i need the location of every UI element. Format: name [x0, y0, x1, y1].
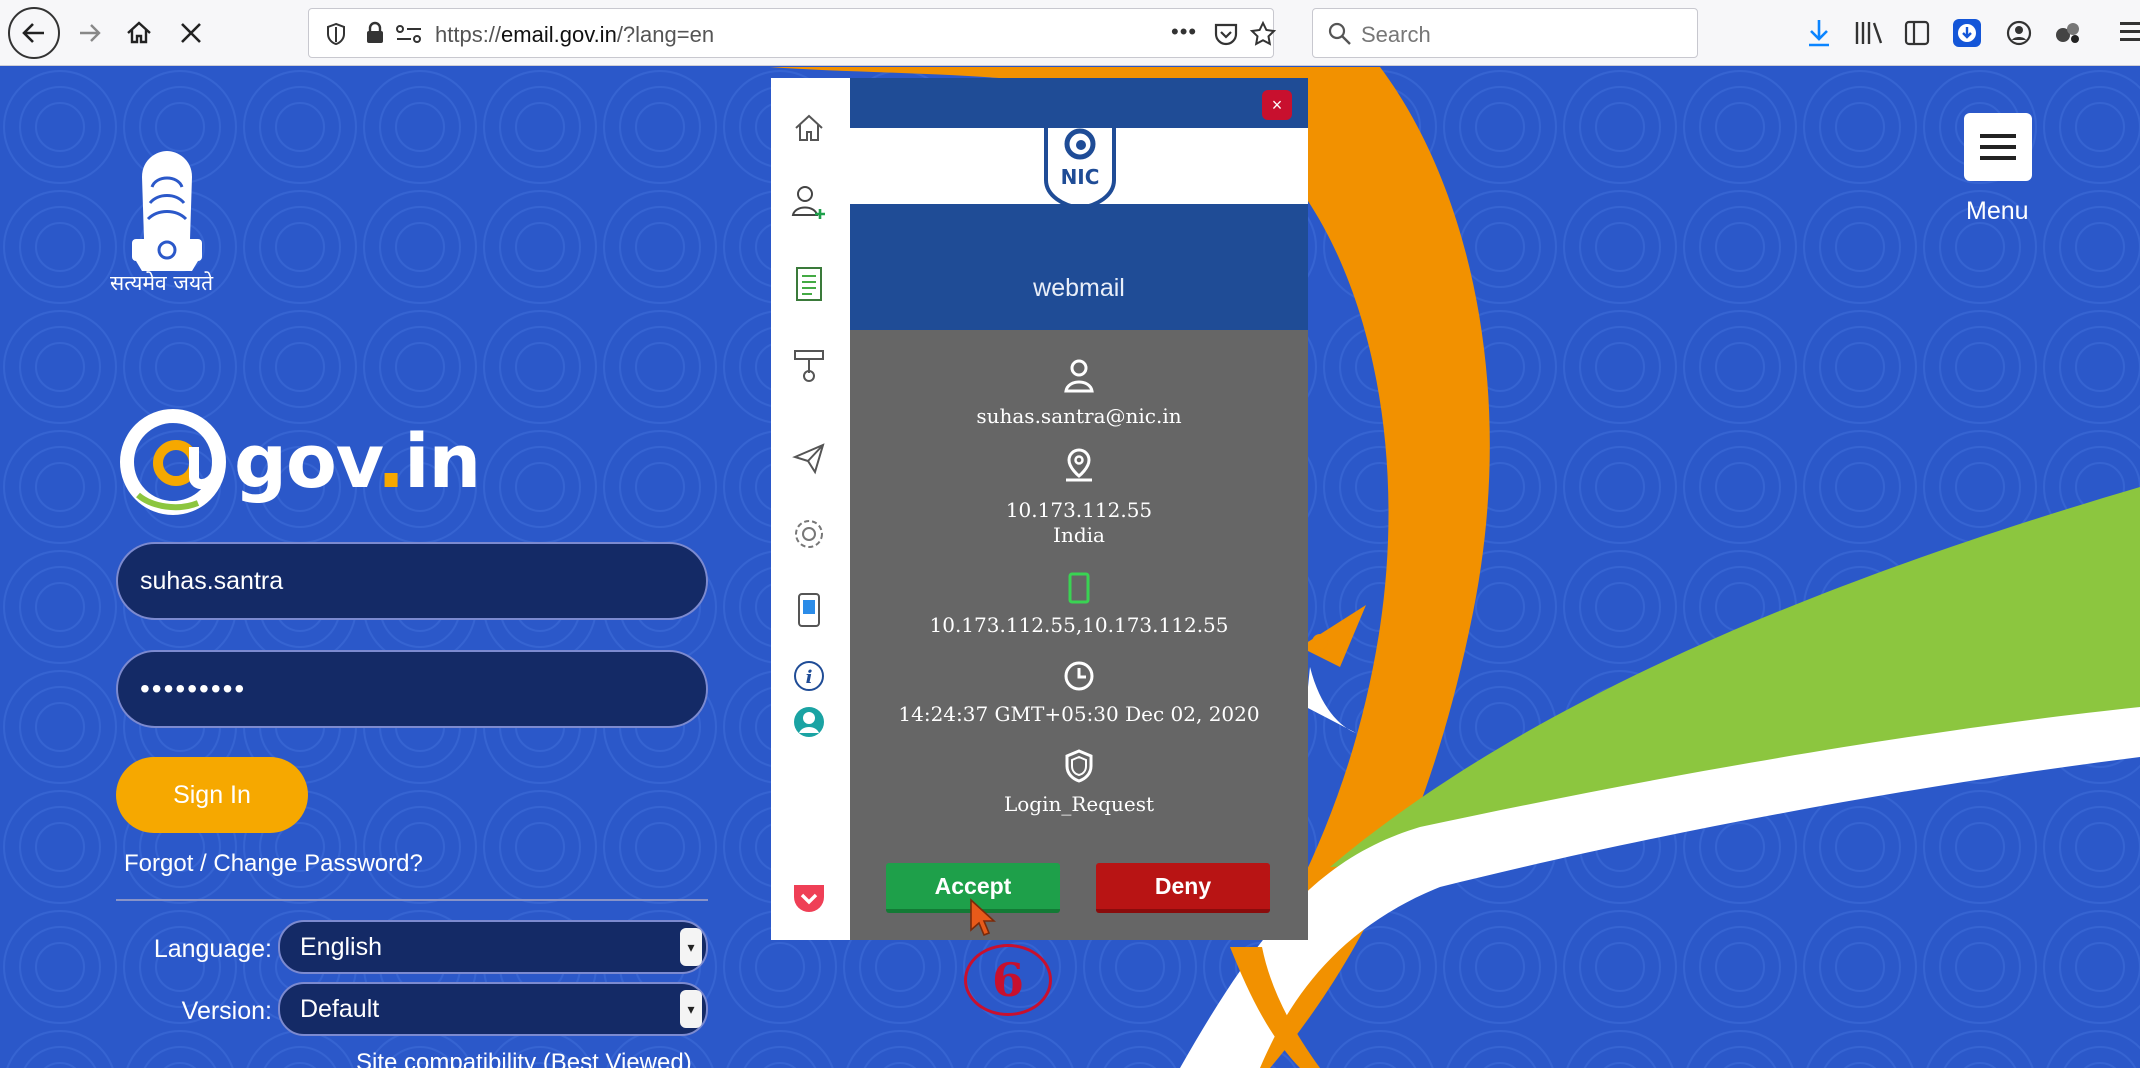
login-timestamp: 14:24:37 GMT+05:30 Dec 02, 2020	[898, 702, 1260, 726]
country: India	[1053, 523, 1105, 547]
search-bar[interactable]: Search	[1312, 8, 1698, 58]
arrow-left-icon	[22, 23, 44, 43]
lock-icon	[367, 21, 383, 43]
version-select[interactable]: Default ▾	[278, 982, 708, 1036]
location-pin-icon	[1059, 446, 1099, 486]
sidebar-send-icon[interactable]	[789, 438, 829, 478]
search-input[interactable]: Search	[1361, 22, 1431, 48]
sidebar-mobile-icon[interactable]	[789, 590, 829, 630]
extension-sidebar: i	[771, 78, 850, 940]
menu-label[interactable]: Menu	[1966, 197, 2029, 226]
sidebar-profile-icon[interactable]	[789, 702, 829, 742]
password-field[interactable]: •••••••••	[116, 650, 708, 728]
nic-logo-icon: NIC	[1044, 124, 1116, 210]
login-request-popup: × NIC webmail suhas.santra@nic.in 10.173…	[850, 78, 1308, 940]
sidebar-info-icon[interactable]: i	[789, 656, 829, 696]
sidebar-token-icon[interactable]	[789, 346, 829, 386]
close-icon	[181, 23, 201, 43]
sidebar-home-icon[interactable]	[789, 108, 829, 148]
language-label: Language:	[153, 935, 272, 963]
pocket-icon[interactable]	[1213, 21, 1239, 47]
forgot-password-link[interactable]: Forgot / Change Password?	[124, 850, 423, 878]
deny-button[interactable]: Deny	[1096, 863, 1270, 913]
extension-download-icon[interactable]	[1952, 18, 1982, 48]
arrow-right-icon	[80, 24, 101, 42]
star-icon[interactable]	[1249, 20, 1277, 48]
sidebar-settings-icon[interactable]	[789, 514, 829, 554]
permissions-icon	[396, 25, 421, 43]
ip-address: 10.173.112.55	[1005, 498, 1153, 522]
version-value: Default	[300, 994, 380, 1023]
browser-toolbar: https://email.gov.in/?lang=en ••• Search	[0, 0, 2140, 66]
overflow-menu-icon[interactable]	[2120, 18, 2140, 48]
popup-title-band	[850, 204, 1308, 330]
library-icon[interactable]	[1854, 20, 1884, 46]
sidebar-document-icon[interactable]	[789, 264, 829, 304]
url-bar[interactable]: https://email.gov.in/?lang=en •••	[308, 8, 1277, 58]
extension-icon[interactable]	[2054, 20, 2082, 46]
user-email: suhas.santra@nic.in	[976, 404, 1182, 428]
chevron-down-icon[interactable]: ▾	[680, 928, 702, 966]
search-icon	[1328, 22, 1351, 45]
hamburger-icon	[1980, 134, 2016, 138]
brand-logo: gov.in	[118, 407, 481, 517]
url-text[interactable]: https://email.gov.in/?lang=en	[435, 22, 714, 48]
shield-check-icon	[1059, 746, 1099, 786]
home-button[interactable]	[118, 8, 160, 58]
popup-header	[850, 78, 1308, 128]
mouse-cursor-icon	[970, 898, 996, 937]
shield-icon	[327, 22, 345, 46]
clock-icon	[1059, 656, 1099, 696]
home-icon	[127, 21, 151, 44]
version-label: Version:	[181, 997, 272, 1025]
download-icon[interactable]	[1806, 18, 1832, 48]
forward-button[interactable]	[70, 8, 110, 58]
menu-button[interactable]	[1964, 113, 2032, 181]
language-value: English	[300, 932, 382, 961]
request-type: Login_Request	[1003, 792, 1155, 816]
device-ips: 10.173.112.55,10.173.112.55	[929, 613, 1229, 637]
sidebar-add-user-icon[interactable]	[789, 182, 829, 222]
account-icon[interactable]	[2006, 20, 2032, 46]
popup-title: webmail	[1033, 274, 1125, 302]
chevron-down-icon[interactable]: ▾	[680, 990, 702, 1028]
stop-button[interactable]	[170, 8, 212, 58]
language-select[interactable]: English ▾	[278, 920, 708, 974]
user-icon	[1059, 356, 1099, 396]
divider	[116, 899, 708, 901]
mobile-device-icon	[1059, 568, 1099, 608]
at-sign-logo-icon	[120, 409, 226, 515]
sign-in-button[interactable]: Sign In	[116, 757, 308, 833]
page-actions-icon[interactable]: •••	[1171, 19, 1197, 45]
svg-text:i: i	[806, 667, 813, 688]
username-field[interactable]: suhas.santra	[116, 542, 708, 620]
step-number-badge: 6	[964, 944, 1052, 1016]
close-button[interactable]: ×	[1262, 90, 1292, 120]
sidebar-pocket-icon[interactable]	[789, 878, 829, 918]
nic-logo-text: NIC	[1061, 165, 1100, 189]
motto-text: सत्यमेव जयते	[110, 271, 214, 295]
brand-name: gov.in	[234, 419, 481, 505]
site-compatibility-link[interactable]: Site compatibility (Best Viewed)	[356, 1049, 692, 1068]
sidebar-icon[interactable]	[1904, 20, 1930, 46]
back-button[interactable]	[8, 7, 60, 59]
